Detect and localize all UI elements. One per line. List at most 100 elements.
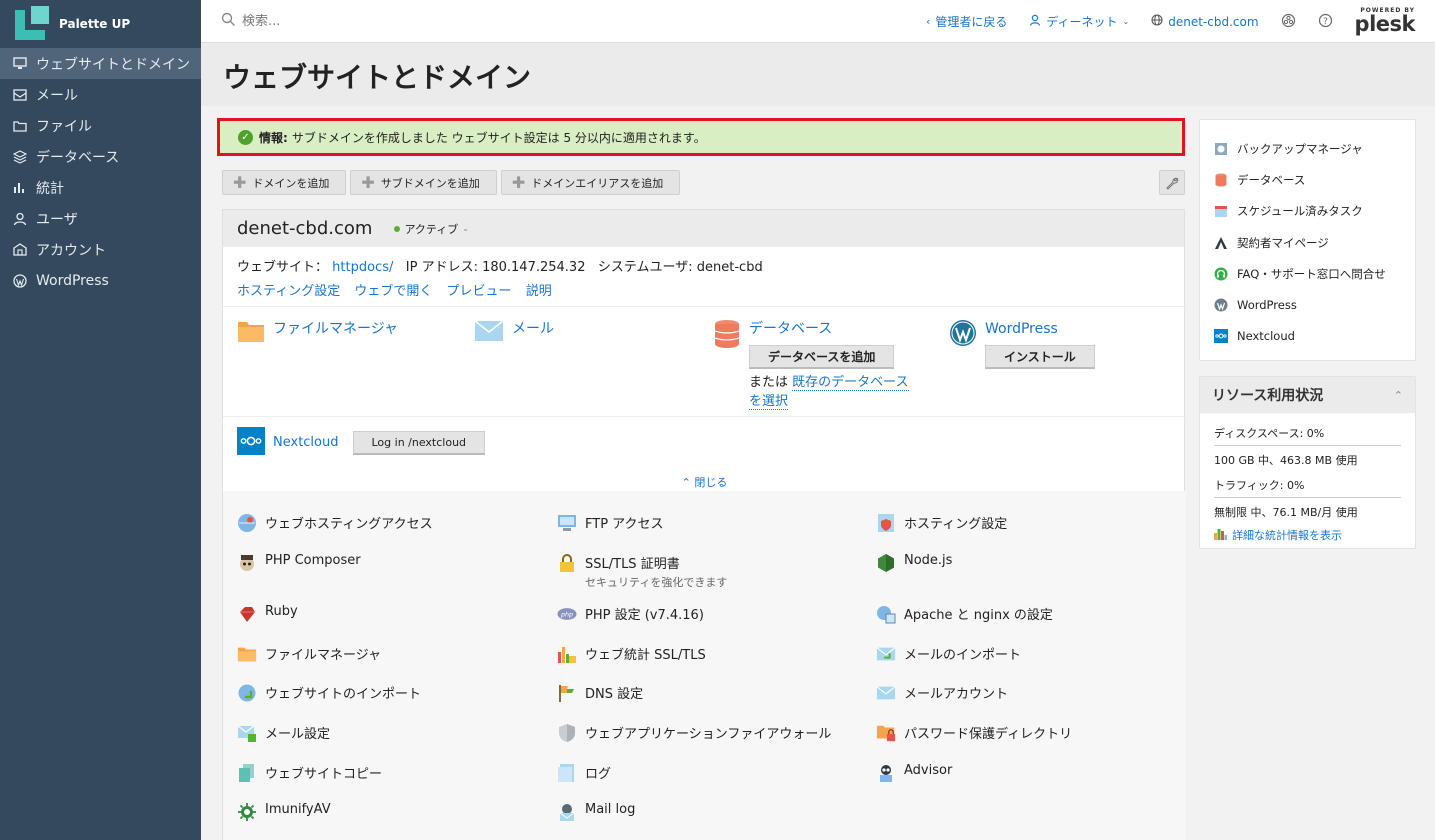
plesk-logo[interactable]: POWERED BY plesk [1355,8,1416,35]
side-link-contractor-page[interactable]: 契約者マイページ [1200,227,1415,258]
add-database-button[interactable]: データベースを追加 [749,345,895,369]
tool-file-manager[interactable]: ファイルマネージャ [237,644,381,664]
back-to-admin-link[interactable]: ‹ 管理者に戻る [926,13,1007,30]
domain-status-dropdown[interactable]: アクティブ ⌄ [394,221,469,237]
tool-label: PHP Composer [265,553,361,568]
detailed-stats-link[interactable]: 詳細な統計情報を表示 [1214,523,1401,546]
domain-link[interactable]: denet-cbd.com [1151,14,1259,29]
tool-imunifyav[interactable]: ImunifyAV [237,802,331,822]
sidebar-item-account[interactable]: アカウント [0,234,201,265]
help-icon[interactable]: ? [1318,13,1333,31]
notice-text: サブドメインを作成しました ウェブサイト設定は 5 分以内に適用されます。 [291,130,706,145]
add-domain-alias-button[interactable]: ✚ ドメインエイリアスを追加 [500,170,681,195]
side-link-backup-manager[interactable]: バックアップマネージャ [1200,133,1415,164]
domain-name: denet-cbd.com [1168,14,1259,29]
side-links-panel: バックアップマネージャ データベース スケジュール済みタスク 契約者マイページ … [1199,119,1416,361]
tool-label: ログ [585,767,612,782]
tool-mail-import[interactable]: メールのインポート [876,644,1021,664]
folder-icon [12,118,28,134]
extensions-icon[interactable] [1281,13,1296,31]
sidebar-item-databases[interactable]: データベース [0,141,201,172]
side-link-nextcloud[interactable]: Nextcloud [1200,321,1415,352]
description-link[interactable]: 説明 [526,284,552,299]
add-domain-button[interactable]: ✚ ドメインを追加 [222,170,347,195]
database-label[interactable]: データベース [749,321,832,337]
copy-icon [237,763,257,783]
preview-link[interactable]: プレビュー [447,284,512,299]
select-existing-database-link[interactable]: 既存のデータベース [792,375,909,391]
wordpress-icon [12,273,28,289]
tool-website-copy[interactable]: ウェブサイトコピー [237,763,382,783]
tool-label: ウェブホスティングアクセス [265,517,433,532]
side-link-label: 契約者マイページ [1237,235,1329,250]
tool-ftp-access[interactable]: FTP アクセス [557,513,664,533]
tool-advisor[interactable]: Advisor [876,763,952,783]
sidebar-item-stats[interactable]: 統計 [0,172,201,203]
tool-dns-settings[interactable]: DNS 設定 [557,683,643,703]
wordpress-icon [1214,298,1228,312]
chevron-down-icon: ⌄ [1122,17,1130,26]
tool-web-hosting-access[interactable]: ウェブホスティングアクセス [237,513,433,533]
tool-label: ウェブ統計 SSL/TLS [585,648,706,663]
sidebar-item-users[interactable]: ユーザ [0,203,201,234]
tool-web-statistics-ssl[interactable]: ウェブ統計 SSL/TLS [557,644,706,664]
tool-php-settings[interactable]: php PHP 設定 (v7.4.16) [557,604,704,624]
traffic-usage-bar [1214,497,1401,498]
side-link-faq-support[interactable]: FAQ・サポート窓口へ問合せ [1200,258,1415,289]
wordpress-label[interactable]: WordPress [985,321,1058,337]
search-input[interactable] [242,13,642,29]
tool-label: メールのインポート [904,648,1022,663]
tool-website-import[interactable]: ウェブサイトのインポート [237,683,421,703]
tool-mail-log[interactable]: Mail log [557,802,635,822]
sidebar-item-mail[interactable]: メール [0,79,201,110]
hosting-settings-link[interactable]: ホスティング設定 [237,284,340,299]
wrench-icon[interactable] [1159,170,1185,195]
side-link-wordpress[interactable]: WordPress [1200,289,1415,320]
account-icon [12,242,28,258]
collapse-toggle[interactable]: ⌃ 閉じる [223,474,1186,490]
tool-web-application-firewall[interactable]: ウェブアプリケーションファイアウォール [557,723,831,743]
tool-nodejs[interactable]: Node.js [876,553,952,573]
php-icon: php [557,604,577,624]
sidebar-item-files[interactable]: ファイル [0,110,201,141]
select-existing-database-link-2[interactable]: を選択 [749,394,789,410]
add-subdomain-label: サブドメインを追加 [380,176,480,190]
sidebar-item-websites[interactable]: ウェブサイトとドメイン [0,48,201,79]
tool-mail-settings[interactable]: メール設定 [237,723,330,743]
plus-icon: ✚ [511,172,526,192]
resource-usage-panel: リソース利用状況 ⌃ ディスクスペース: 0% 100 GB 中、463.8 M… [1199,376,1416,549]
detailed-stats-link-label: 詳細な統計情報を表示 [1232,528,1342,542]
tool-sublabel: セキュリティを強化できます [585,576,728,589]
tool-php-composer[interactable]: PHP Composer [237,553,361,573]
tool-apache-nginx-settings[interactable]: Apache と nginx の設定 [876,604,1053,624]
tool-label: ウェブサイトコピー [265,767,383,782]
traffic-usage-detail: 無制限 中、76.1 MB/月 使用 [1214,505,1358,519]
brand[interactable]: Palette UP [0,0,201,48]
sidebar: Palette UP ウェブサイトとドメイン メール ファイル データベース 統… [0,0,201,840]
mail-quick[interactable]: メール [474,319,554,347]
website-path-link[interactable]: httpdocs/ [332,260,393,275]
brand-logo-icon [15,6,51,42]
database-icon [1214,173,1228,187]
tool-logs[interactable]: ログ [557,763,611,783]
mail-settings-icon [237,723,257,743]
tool-mail-accounts[interactable]: メールアカウント [876,683,1008,703]
resource-usage-header[interactable]: リソース利用状況 ⌃ [1200,377,1415,413]
file-manager-quick[interactable]: ファイルマネージャ [237,319,398,347]
sidebar-item-wordpress[interactable]: WordPress [0,265,201,296]
add-subdomain-button[interactable]: ✚ サブドメインを追加 [350,170,497,195]
tool-password-protected-dirs[interactable]: パスワード保護ディレクトリ [876,723,1072,743]
install-button[interactable]: インストール [985,345,1095,369]
domain-title[interactable]: denet-cbd.com [237,218,372,239]
side-link-databases[interactable]: データベース [1200,164,1415,195]
nextcloud-link[interactable]: Nextcloud [273,435,339,450]
tool-ruby[interactable]: Ruby [237,604,298,624]
tool-hosting-settings[interactable]: ホスティング設定 [876,513,1007,533]
domain-header: denet-cbd.com アクティブ ⌄ [223,210,1184,247]
tool-ssl-tls-certificates[interactable]: SSL/TLS 証明書 セキュリティを強化できます [557,553,727,590]
ip-label: IP アドレス: [405,260,478,275]
open-in-web-link[interactable]: ウェブで開く [354,284,432,299]
nextcloud-login-button[interactable]: Log in /nextcloud [352,430,486,455]
user-menu[interactable]: ディーネット ⌄ [1029,13,1129,30]
side-link-scheduled-tasks[interactable]: スケジュール済みタスク [1200,196,1415,227]
